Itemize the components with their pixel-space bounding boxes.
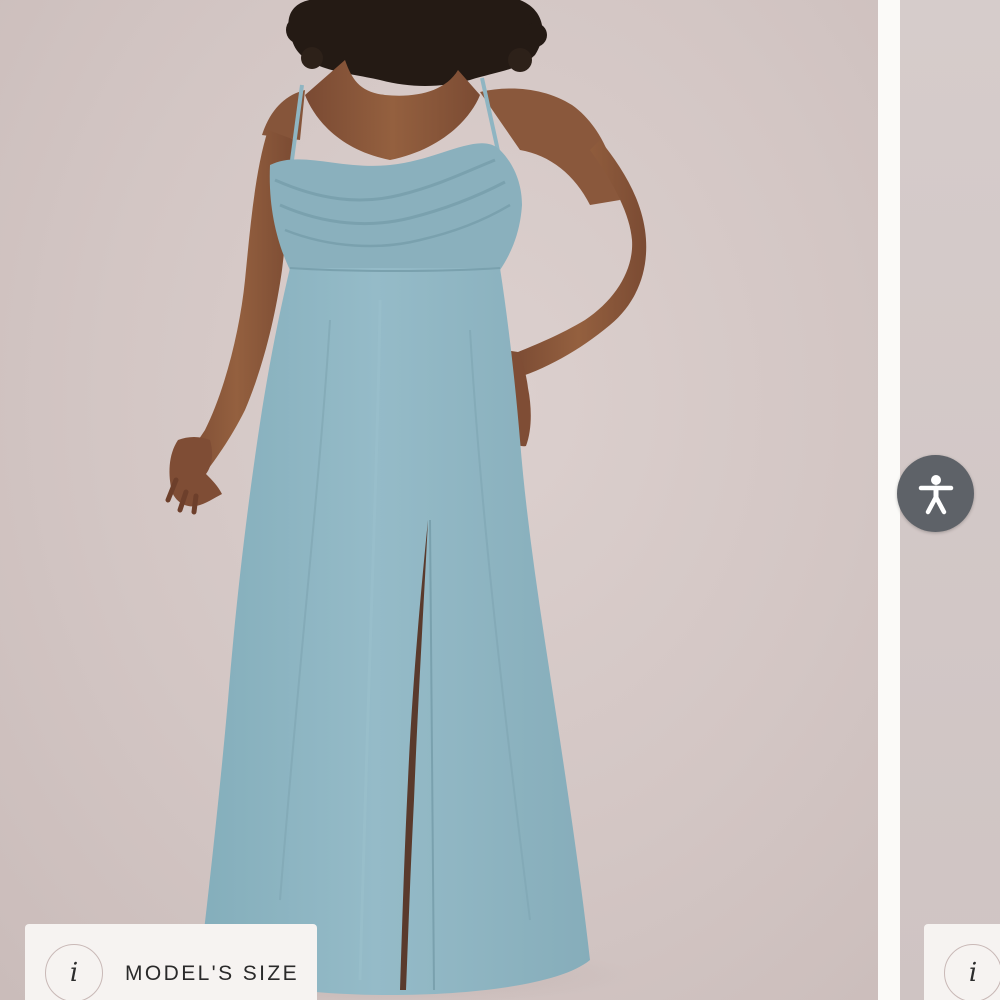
accessibility-button[interactable]	[897, 455, 974, 532]
product-gallery: i MODEL'S SIZE i	[0, 0, 1000, 1000]
model-size-button-next[interactable]: i	[924, 924, 1000, 1000]
accessibility-person-icon	[918, 474, 953, 514]
gallery-slide-current[interactable]: i MODEL'S SIZE	[0, 0, 878, 1000]
model-size-label: MODEL'S SIZE	[125, 962, 300, 985]
info-icon: i	[45, 944, 103, 1000]
info-icon: i	[944, 944, 1000, 1000]
model-size-button[interactable]: i MODEL'S SIZE	[25, 924, 317, 1000]
product-photo	[155, 0, 647, 1000]
